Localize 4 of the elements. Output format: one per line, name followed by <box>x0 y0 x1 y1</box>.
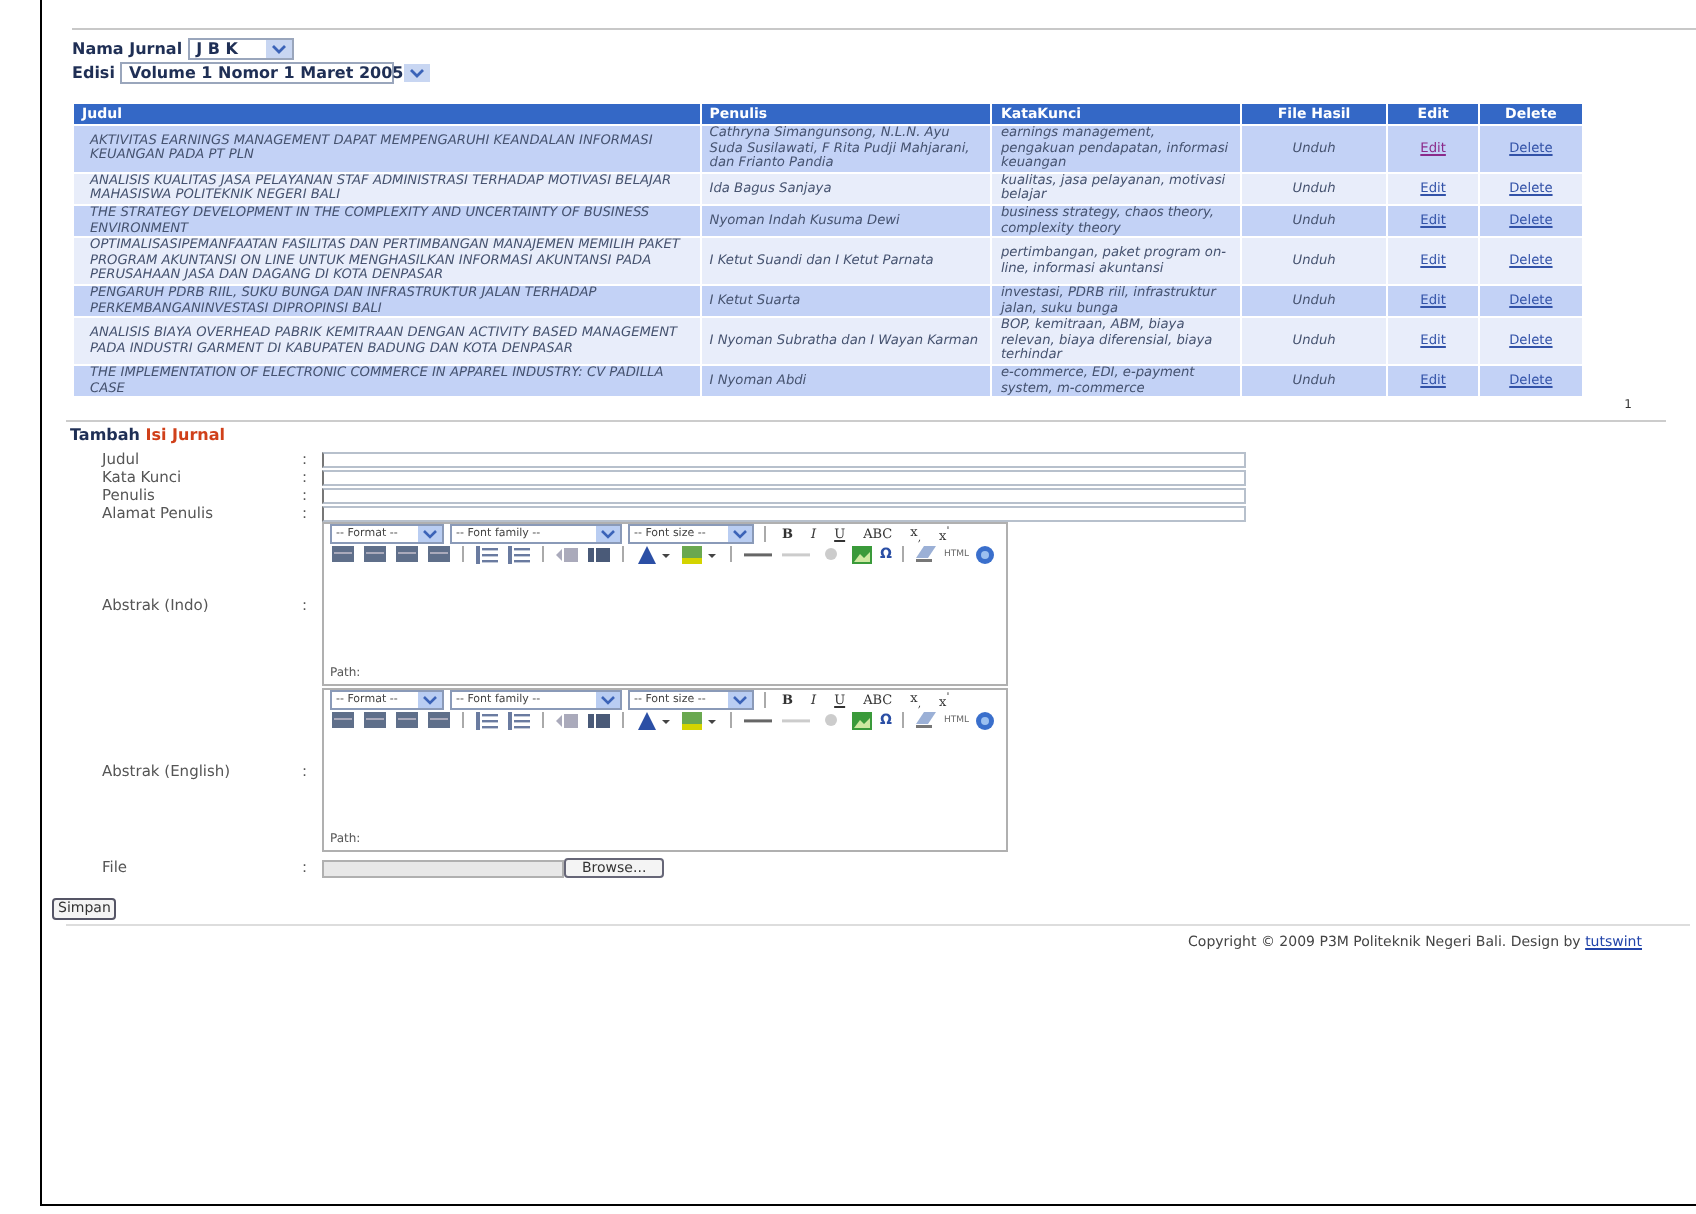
select-field[interactable]: J B K <box>188 37 295 59</box>
form-title: Tambah Isi Jurnal <box>70 426 227 445</box>
filter-label: Edisi <box>72 63 115 81</box>
filter-label: Nama Jurnal <box>72 39 183 57</box>
